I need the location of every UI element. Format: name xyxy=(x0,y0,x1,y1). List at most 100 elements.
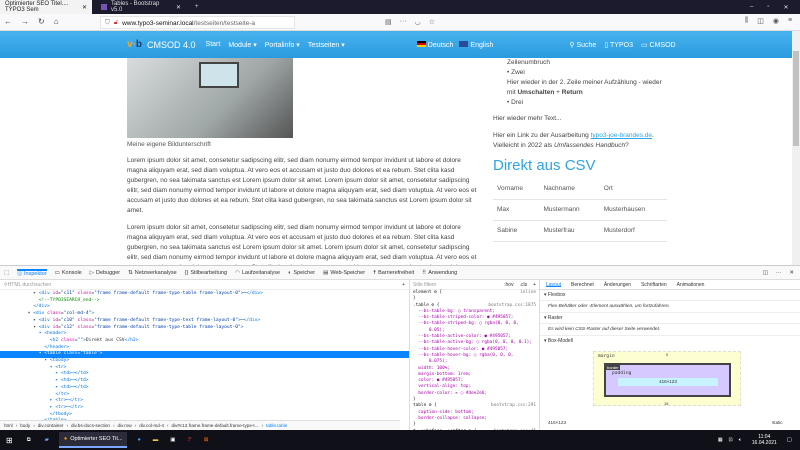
xampp-icon[interactable]: ⊠ xyxy=(204,437,209,443)
app-icon[interactable]: ▣ xyxy=(170,437,175,443)
brand-logo[interactable]: v·b xyxy=(127,39,142,50)
tab-konsole[interactable]: ▭ Konsole xyxy=(55,270,82,276)
tab-debugger[interactable]: ▷ Debugger xyxy=(90,270,120,276)
browser-tab-bar: Optimierter SEO Titel.... TYPO3 Sem ✕ Tab… xyxy=(0,0,800,14)
filezilla-icon[interactable]: ℱ xyxy=(188,437,192,443)
site-navbar: v·b CMSOD 4.0 Start Module ▾ Portalinfo … xyxy=(0,31,792,58)
task-view-icon[interactable]: ⧉ xyxy=(27,437,31,444)
tab-anwendung[interactable]: ⠿ Anwendung xyxy=(422,270,457,276)
pocket-icon[interactable]: ◡ xyxy=(415,18,421,26)
home-icon[interactable]: ⌂ xyxy=(54,17,59,26)
close-icon[interactable]: ✕ xyxy=(789,270,794,276)
taskbar: ⊞ ⧉ ▰ ● Optimierter SEO Tit... ● ▬ ▣ ℱ ⊠ … xyxy=(0,430,800,450)
tab-berechnet[interactable]: Berechnet xyxy=(571,282,594,288)
tab-layout[interactable]: Layout xyxy=(546,282,562,288)
hov-toggle[interactable]: :hov xyxy=(504,282,513,288)
flexbox-section-toggle[interactable]: ▾ Flexbox xyxy=(540,290,800,301)
url-actions: ▤ ··· ◡ ☆ xyxy=(385,18,435,26)
tab-active[interactable]: Optimierter SEO Titel.... TYPO3 Sem ✕ xyxy=(0,0,92,14)
css-source-link[interactable]: bootstrap.css:1875 xyxy=(488,303,536,309)
cls-toggle[interactable]: .cls xyxy=(520,282,528,288)
tab-inspektor[interactable]: ◎ Inspektor xyxy=(17,268,47,277)
lang-english[interactable]: English xyxy=(459,40,493,49)
sidebar-content: Zeilenumbruch • Zwei Hier wieder in der … xyxy=(493,58,673,242)
volume-icon[interactable]: 🔈︎ xyxy=(739,437,742,443)
raster-section-toggle[interactable]: ▾ Raster xyxy=(540,313,800,324)
page-scrollbar[interactable] xyxy=(792,31,800,265)
dock-icon[interactable]: ◫ xyxy=(763,270,768,276)
nav-module[interactable]: Module ▾ xyxy=(228,41,256,49)
shield-icon: ⛉ xyxy=(105,19,110,26)
tab-netzwerk[interactable]: ⇅ Netzwerkanalyse xyxy=(128,270,177,276)
nav-start[interactable]: Start xyxy=(206,41,221,48)
css-line[interactable]: --bs-table-active-bg: ○ rgba(0, 0, 0, 0.… xyxy=(410,340,539,346)
close-icon[interactable]: ✕ xyxy=(176,4,181,11)
paragraph: Lorem ipsum dolor sit amet, consetetur s… xyxy=(127,224,477,265)
tab-aenderungen[interactable]: Änderungen xyxy=(604,282,631,288)
tab-stil[interactable]: {} Stilbearbeitung xyxy=(185,270,227,276)
html-search[interactable]: ⚲ HTML durchsuchen + xyxy=(0,280,409,290)
nav-suche[interactable]: ⚲ Suche xyxy=(569,41,596,49)
box-margin: margin 0 16 border padding 416×123 xyxy=(593,351,741,406)
css-rules[interactable]: element ⚙ {inline} .table ⚙ {bootstrap.cs… xyxy=(410,290,539,435)
powershell-icon[interactable]: ▰ xyxy=(45,437,49,443)
new-tab-button[interactable]: + xyxy=(190,0,204,14)
notifications-icon[interactable]: ▢ xyxy=(787,437,792,443)
clock[interactable]: 11:04 16.04.2021 xyxy=(752,434,777,446)
add-rule-icon[interactable]: + xyxy=(533,282,536,288)
nav-cmsod[interactable]: ▭ CMSOD xyxy=(641,41,676,49)
brand-name[interactable]: CMSOD 4.0 xyxy=(147,40,196,50)
tab-speicher[interactable]: ◐ Speicher xyxy=(288,270,315,276)
maximize-icon[interactable]: ▫ xyxy=(767,4,769,10)
sidebar-icon[interactable]: ◫ xyxy=(757,17,764,25)
external-link[interactable]: typo3-joe-brandes.de xyxy=(591,132,652,139)
windows-start-icon[interactable]: ⊞ xyxy=(6,436,13,445)
tab-schriftarten[interactable]: Schriftarten xyxy=(641,282,667,288)
german-flag-icon xyxy=(416,40,426,47)
edge-icon[interactable]: ● xyxy=(137,437,140,443)
tab-laufzeit[interactable]: ◠ Laufzeitanalyse xyxy=(235,270,280,276)
forward-icon[interactable]: → xyxy=(21,17,29,26)
element-position: static xyxy=(772,420,783,425)
nav-buttons: ← → ↻ ⌂ xyxy=(4,17,59,26)
tab-webspeicher[interactable]: ▤ Web-Speicher xyxy=(323,270,365,276)
css-source-link[interactable]: bootstrap.css:291 xyxy=(491,403,536,409)
tab-barriere[interactable]: ☨ Barrierefreiheit xyxy=(373,270,414,276)
account-icon[interactable]: ◉ xyxy=(773,17,779,25)
insecure-icon: 🔓︎ xyxy=(113,19,119,26)
boxmodel-section-toggle[interactable]: ▾ Box-Modell xyxy=(540,336,800,346)
card-icon: ▭ xyxy=(640,41,648,49)
menu-icon[interactable]: ≡ xyxy=(788,17,792,25)
picker-icon[interactable]: ⬚ xyxy=(4,270,9,276)
bookmark-star-icon[interactable]: ☆ xyxy=(429,18,435,26)
minimize-icon[interactable]: – xyxy=(750,4,753,10)
markup-panel: ⚲ HTML durchsuchen + ▸ <div id="c11" clas… xyxy=(0,280,410,430)
table-row: Sabine Musterfrau Musterdorf xyxy=(493,220,667,242)
taskbar-firefox[interactable]: ● Optimierter SEO Tit... xyxy=(58,432,128,448)
firefox-icon: ● xyxy=(63,436,68,442)
nav-typo3[interactable]: ▯ TYPO3 xyxy=(604,41,633,49)
search-icon: ⚲ xyxy=(569,41,575,49)
style-filter[interactable]: Stile filtern xyxy=(413,282,436,288)
tray-icon[interactable]: ▦ xyxy=(718,437,723,443)
more-icon[interactable]: ··· xyxy=(776,270,782,276)
markup-tree[interactable]: ▸ <div id="c11" class="frame frame-defau… xyxy=(0,290,409,425)
library-icon[interactable]: ⫼ xyxy=(745,17,748,25)
tab-bootstrap[interactable]: Tables - Bootstrap v5.0 ✕ xyxy=(96,0,186,14)
add-node-icon[interactable]: + xyxy=(402,282,405,288)
tab-animationen[interactable]: Animationen xyxy=(677,282,705,288)
more-icon[interactable]: ··· xyxy=(400,18,407,26)
back-icon[interactable]: ← xyxy=(4,17,12,26)
reader-icon[interactable]: ▤ xyxy=(385,18,392,26)
css-source-link[interactable]: inline xyxy=(520,290,536,296)
close-icon[interactable]: ✕ xyxy=(82,4,87,11)
nav-testseiten[interactable]: Testseiten ▾ xyxy=(308,41,345,49)
window-controls[interactable]: – ▫ ✕ xyxy=(745,0,794,14)
explorer-icon[interactable]: ▬ xyxy=(153,437,159,443)
reload-icon[interactable]: ↻ xyxy=(38,17,45,26)
nav-portalinfo[interactable]: Portalinfo ▾ xyxy=(265,41,300,49)
close-window-icon[interactable]: ✕ xyxy=(783,4,788,11)
breadcrumb: html › body › div.container › div.bs-docs-sect… xyxy=(0,420,400,430)
lang-deutsch[interactable]: Deutsch xyxy=(416,40,453,49)
network-icon[interactable]: ⊡ xyxy=(729,437,733,443)
